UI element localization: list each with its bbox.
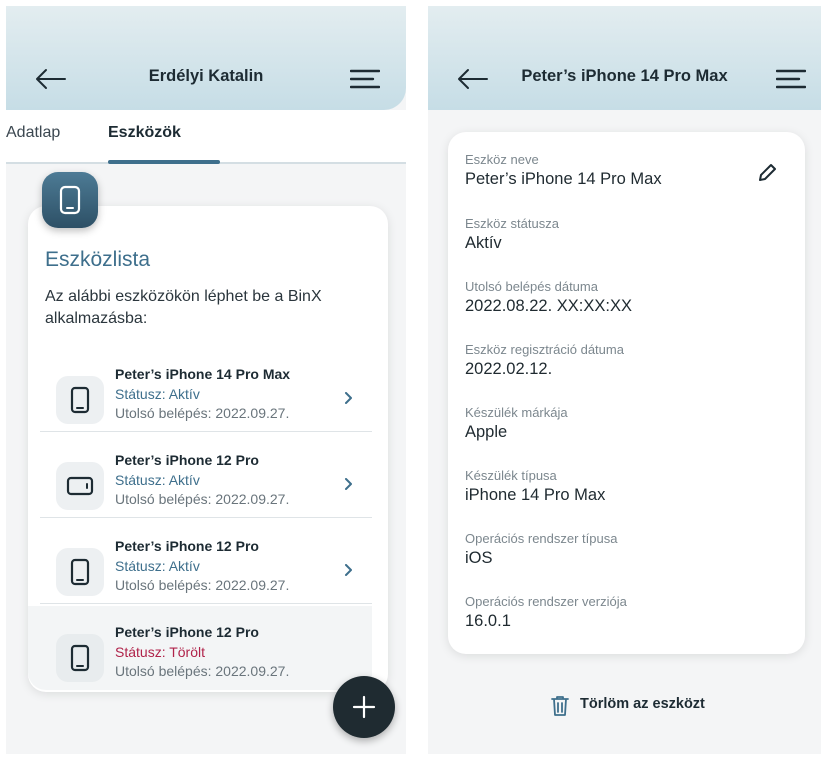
device-icon-box xyxy=(56,634,104,682)
field-value: 2022.02.12. xyxy=(465,360,553,378)
back-arrow-icon[interactable] xyxy=(456,66,490,92)
field-value: Aktív xyxy=(465,234,502,252)
plus-icon xyxy=(352,695,376,719)
field-label: Eszköz státusza xyxy=(465,216,559,231)
active-tab-indicator xyxy=(108,160,220,164)
field-device-type: Készülék típusa iPhone 14 Pro Max xyxy=(465,468,605,505)
device-row[interactable]: Peter’s iPhone 12 Pro Státusz: Aktív Uto… xyxy=(28,434,372,518)
field-label: Készülék típusa xyxy=(465,468,557,483)
device-status: Státusz: Aktív xyxy=(115,558,200,574)
device-last-login: Utolsó belépés: 2022.09.27. xyxy=(115,577,290,593)
device-status: Státusz: Aktív xyxy=(115,472,200,488)
field-label: Utolsó belépés dátuma xyxy=(465,279,598,294)
row-divider xyxy=(40,603,372,604)
device-list-card: Eszközlista Az alábbi eszközökön léphet … xyxy=(28,206,388,692)
trash-icon xyxy=(551,696,569,716)
delete-device-label: Törlöm az eszközt xyxy=(580,696,705,712)
page-title: Erdélyi Katalin xyxy=(148,67,264,85)
back-arrow-icon[interactable] xyxy=(34,66,68,92)
device-icon-box xyxy=(56,548,104,596)
field-value: iPhone 14 Pro Max xyxy=(465,486,606,504)
field-label: Készülék márkája xyxy=(465,405,568,420)
field-last-login: Utolsó belépés dátuma 2022.08.22. XX:XX:… xyxy=(465,279,632,316)
tablet-icon xyxy=(66,476,94,496)
row-divider xyxy=(40,517,372,518)
device-list-description: Az alábbi eszközökön léphet be a BinX al… xyxy=(45,288,322,327)
field-value: iOS xyxy=(465,549,493,567)
device-row[interactable]: Peter’s iPhone 12 Pro Státusz: Aktív Uto… xyxy=(28,520,372,604)
device-details-card: Eszköz neve Peter’s iPhone 14 Pro Max Es… xyxy=(448,132,805,654)
tab-bar: Adatlap Eszközök xyxy=(6,110,406,164)
device-icon-box xyxy=(56,462,104,510)
field-label: Operációs rendszer verziója xyxy=(465,594,627,609)
field-value: 2022.08.22. XX:XX:XX xyxy=(465,297,632,315)
phone-icon xyxy=(70,386,90,414)
phone-icon xyxy=(70,558,90,586)
field-value: Peter’s iPhone 14 Pro Max xyxy=(465,170,662,188)
field-label: Eszköz regisztráció dátuma xyxy=(465,342,624,357)
device-last-login: Utolsó belépés: 2022.09.27. xyxy=(115,405,290,421)
phone-icon xyxy=(70,644,90,672)
tab-eszkozok[interactable]: Eszközök xyxy=(108,124,181,142)
header: Erdélyi Katalin xyxy=(6,6,406,110)
field-value: Apple xyxy=(465,423,508,441)
field-device-name: Eszköz neve Peter’s iPhone 14 Pro Max xyxy=(465,152,662,189)
chevron-right-icon xyxy=(345,564,352,576)
chevron-right-icon xyxy=(345,392,352,404)
tab-adatlap[interactable]: Adatlap xyxy=(6,124,60,142)
field-os-type: Operációs rendszer típusa iOS xyxy=(465,531,617,568)
field-value: 16.0.1 xyxy=(465,612,511,630)
device-icon-box xyxy=(56,376,104,424)
row-divider xyxy=(40,431,372,432)
menu-icon[interactable] xyxy=(776,66,806,92)
device-list-badge xyxy=(42,172,98,228)
device-name: Peter’s iPhone 12 Pro xyxy=(115,452,259,468)
pencil-icon[interactable] xyxy=(756,162,778,184)
field-label: Eszköz neve xyxy=(465,152,539,167)
device-row[interactable]: Peter’s iPhone 14 Pro Max Státusz: Aktív… xyxy=(28,348,372,432)
device-last-login: Utolsó belépés: 2022.09.27. xyxy=(115,663,290,679)
chevron-right-icon xyxy=(345,478,352,490)
device-status: Státusz: Törölt xyxy=(115,644,206,660)
device-last-login: Utolsó belépés: 2022.09.27. xyxy=(115,491,290,507)
field-device-status: Eszköz státusza Aktív xyxy=(465,216,559,253)
menu-icon[interactable] xyxy=(350,66,380,92)
device-list-title: Eszközlista xyxy=(45,248,151,271)
user-devices-screen: Erdélyi Katalin Adatlap Eszközök Eszközl… xyxy=(6,6,406,754)
device-name: Peter’s iPhone 12 Pro xyxy=(115,538,259,554)
device-name: Peter’s iPhone 12 Pro xyxy=(115,624,259,640)
page-title: Peter’s iPhone 14 Pro Max xyxy=(521,67,728,85)
add-device-button[interactable] xyxy=(333,676,395,738)
field-os-version: Operációs rendszer verziója 16.0.1 xyxy=(465,594,627,631)
phone-icon xyxy=(59,185,81,215)
device-name: Peter’s iPhone 14 Pro Max xyxy=(115,366,291,382)
field-brand: Készülék márkája Apple xyxy=(465,405,568,442)
device-status: Státusz: Aktív xyxy=(115,386,200,402)
header: Peter’s iPhone 14 Pro Max xyxy=(428,6,821,110)
device-details-screen: Peter’s iPhone 14 Pro Max Eszköz neve Pe… xyxy=(428,6,821,754)
device-row-deleted: Peter’s iPhone 12 Pro Státusz: Törölt Ut… xyxy=(28,606,372,690)
field-label: Operációs rendszer típusa xyxy=(465,531,618,546)
field-registration-date: Eszköz regisztráció dátuma 2022.02.12. xyxy=(465,342,624,379)
